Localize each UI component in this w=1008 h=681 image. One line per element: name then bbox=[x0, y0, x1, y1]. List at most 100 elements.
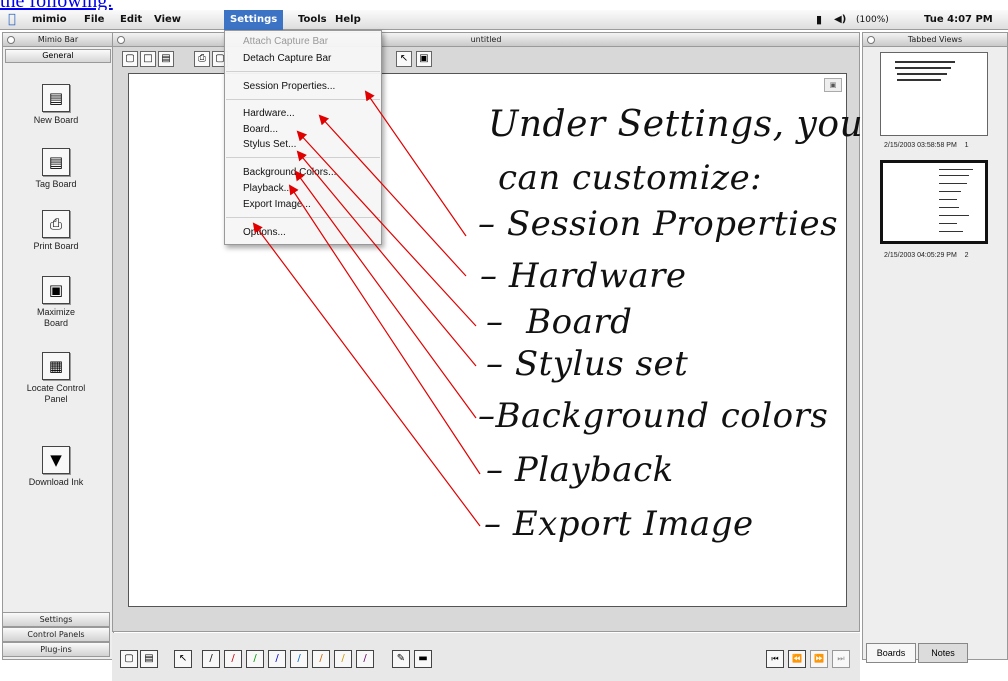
screenshot-root: the following:  mimio File Edit View Se… bbox=[0, 0, 1008, 681]
thumbnail-ink-line bbox=[939, 183, 967, 184]
menu-item-board[interactable]: Board... bbox=[243, 124, 278, 135]
menu-bar:  mimio File Edit View Settings Tools He… bbox=[0, 10, 1008, 30]
locate-control-panel-icon: ▦ bbox=[42, 352, 70, 380]
menu-item-stylus-set[interactable]: Stylus Set... bbox=[243, 139, 296, 150]
maximize-board-button[interactable]: ▣ Maximize Board bbox=[0, 276, 112, 329]
thumbnail-2-meta: 2/15/2003 04:05:29 PM 2 bbox=[884, 252, 968, 259]
display-icon[interactable]: ▮ bbox=[816, 10, 822, 30]
save-icon[interactable]: ▤ bbox=[158, 51, 174, 67]
locate-control-panel-button[interactable]: ▦ Locate Control Panel bbox=[0, 352, 112, 405]
handwriting-item-background-text: Background colors bbox=[495, 396, 829, 436]
pen-green-icon[interactable]: / bbox=[246, 650, 264, 668]
thumbnail-1-meta: 2/15/2003 03:58:58 PM 1 bbox=[884, 142, 968, 149]
tab-settings[interactable]: Settings bbox=[2, 612, 110, 627]
thumbnail-2-timestamp: 2/15/2003 04:05:29 PM bbox=[884, 252, 957, 259]
new-board-button[interactable]: ▤ New Board bbox=[0, 84, 112, 126]
collapse-icon[interactable] bbox=[867, 36, 875, 44]
highlighter-icon[interactable]: ✎ bbox=[392, 650, 410, 668]
save-board-icon[interactable]: ▤ bbox=[140, 650, 158, 668]
handwriting-item-session-text: Session Properties bbox=[506, 204, 839, 244]
menu-item-playback[interactable]: Playback... bbox=[243, 183, 292, 194]
thumbnail-ink-line bbox=[939, 191, 961, 192]
volume-icon[interactable]: ◀) bbox=[834, 10, 846, 30]
mimio-bar-title: Mimio Bar bbox=[3, 33, 113, 47]
handwriting-item-playback: – Playback bbox=[486, 450, 674, 490]
tag-board-button[interactable]: ▤ Tag Board bbox=[0, 148, 112, 190]
thumbnail-1-index: 1 bbox=[964, 142, 969, 149]
thumbnail-ink-line bbox=[897, 73, 947, 75]
print-icon[interactable]: ⎙ bbox=[194, 51, 210, 67]
menu-item-detach-capture-bar[interactable]: Detach Capture Bar bbox=[243, 53, 331, 64]
menu-help[interactable]: Help bbox=[335, 10, 361, 30]
locate-control-panel-label: Locate Control Panel bbox=[26, 383, 86, 404]
handwriting-item-hardware-text: Hardware bbox=[508, 256, 687, 296]
tab-control-panels[interactable]: Control Panels bbox=[2, 627, 110, 642]
last-board-icon[interactable]: ⏭ bbox=[832, 650, 850, 668]
menu-settings[interactable]: Settings bbox=[224, 10, 284, 30]
tab-plug-ins[interactable]: Plug-ins bbox=[2, 642, 110, 657]
capture-icon[interactable]: ▣ bbox=[416, 51, 432, 67]
menu-item-hardware[interactable]: Hardware... bbox=[243, 108, 295, 119]
canvas-zoom-icon[interactable]: ▣ bbox=[824, 78, 842, 92]
thumbnail-ink-line bbox=[939, 223, 957, 224]
tab-boards[interactable]: Boards bbox=[866, 643, 916, 663]
open-folder-icon[interactable]: □ bbox=[140, 51, 156, 67]
next-board-icon[interactable]: ⏩ bbox=[810, 650, 828, 668]
download-ink-button[interactable]: ▼ Download Ink bbox=[0, 446, 112, 488]
handwriting-item-stylus: – Stylus set bbox=[486, 344, 689, 384]
first-board-icon[interactable]: ⏮ bbox=[766, 650, 784, 668]
previous-board-icon[interactable]: ⏪ bbox=[788, 650, 806, 668]
handwriting-item-board-text: Board bbox=[526, 302, 633, 342]
pen-black-icon[interactable]: / bbox=[202, 650, 220, 668]
handwriting-item-background: –Background colors bbox=[478, 396, 829, 436]
handwriting-item-hardware: – Hardware bbox=[480, 256, 687, 296]
clock: Tue 4:07 PM bbox=[924, 14, 993, 25]
board-view-icon[interactable]: ▢ bbox=[120, 650, 138, 668]
menu-item-export-image[interactable]: Export Image... bbox=[243, 199, 311, 210]
menu-view[interactable]: View bbox=[154, 10, 181, 30]
menu-item-session-properties[interactable]: Session Properties... bbox=[243, 81, 335, 92]
pen-blue-icon[interactable]: / bbox=[268, 650, 286, 668]
document-title: untitled bbox=[470, 35, 502, 44]
apple-menu-icon[interactable]:  bbox=[8, 12, 22, 27]
menu-item-options[interactable]: Options... bbox=[243, 227, 286, 238]
menu-item-attach-capture-bar[interactable]: Attach Capture Bar bbox=[243, 36, 328, 47]
maximize-board-icon: ▣ bbox=[42, 276, 70, 304]
tag-board-label: Tag Board bbox=[35, 179, 77, 189]
menu-file[interactable]: File bbox=[84, 10, 104, 30]
pointer-tool-icon[interactable]: ↖ bbox=[396, 51, 412, 67]
window-close-icon[interactable] bbox=[117, 36, 125, 44]
download-ink-label: Download Ink bbox=[28, 477, 84, 487]
board-thumbnail-1[interactable] bbox=[880, 52, 988, 136]
pen-orange-icon[interactable]: / bbox=[312, 650, 330, 668]
eraser-icon[interactable]: ▬ bbox=[414, 650, 432, 668]
battery-status[interactable]: (100%) bbox=[856, 10, 889, 30]
tab-general[interactable]: General bbox=[5, 49, 111, 63]
menu-tools[interactable]: Tools bbox=[298, 10, 327, 30]
mimio-bar-title-text: Mimio Bar bbox=[37, 35, 79, 44]
pen-yellow-icon[interactable]: / bbox=[334, 650, 352, 668]
new-board-label: New Board bbox=[33, 115, 79, 125]
tabbed-views-title: Tabbed Views bbox=[863, 33, 1007, 47]
collapse-icon[interactable] bbox=[7, 36, 15, 44]
mimio-bar-panel: Mimio Bar General bbox=[2, 32, 114, 660]
new-doc-icon[interactable]: ▢ bbox=[122, 51, 138, 67]
thumbnail-ink-line bbox=[939, 215, 969, 216]
pen-purple-icon[interactable]: / bbox=[356, 650, 374, 668]
thumbnail-1-timestamp: 2/15/2003 03:58:58 PM bbox=[884, 142, 957, 149]
tabbed-views-title-text: Tabbed Views bbox=[907, 35, 963, 44]
new-board-icon: ▤ bbox=[42, 84, 70, 112]
menu-separator bbox=[226, 157, 380, 158]
menu-item-background-colors[interactable]: Background Colors... bbox=[243, 167, 336, 178]
pen-red-icon[interactable]: / bbox=[224, 650, 242, 668]
select-tool-icon[interactable]: ↖ bbox=[174, 650, 192, 668]
tab-notes[interactable]: Notes bbox=[918, 643, 968, 663]
thumbnail-ink-line bbox=[897, 79, 941, 81]
menu-edit[interactable]: Edit bbox=[120, 10, 142, 30]
maximize-board-label: Maximize Board bbox=[36, 307, 75, 328]
print-board-button[interactable]: ⎙ Print Board bbox=[0, 210, 112, 252]
board-thumbnail-2[interactable] bbox=[880, 160, 988, 244]
app-menu[interactable]: mimio bbox=[32, 10, 67, 30]
pen-thick-blue-icon[interactable]: / bbox=[290, 650, 308, 668]
print-board-label: Print Board bbox=[33, 241, 79, 251]
